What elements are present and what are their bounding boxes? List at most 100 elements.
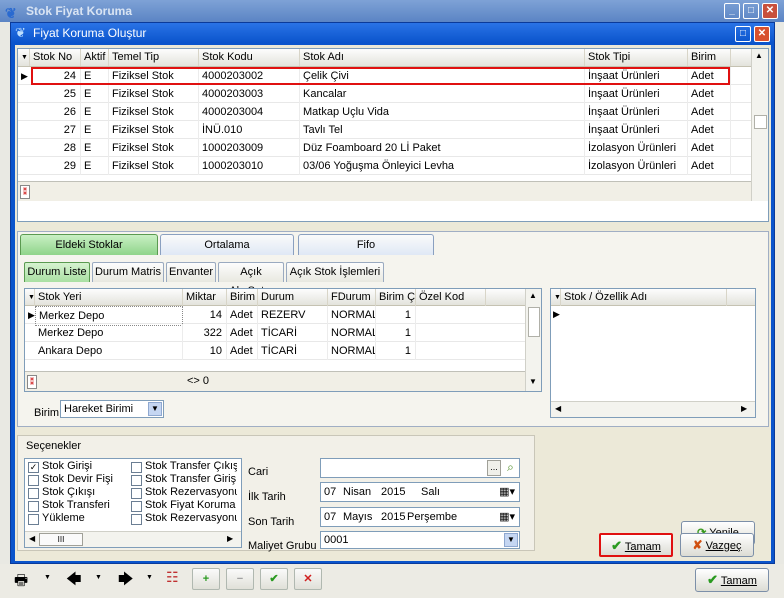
header-aktif[interactable]: Aktif xyxy=(81,49,109,66)
table-cell: Düz Foamboard 20 Lİ Paket xyxy=(300,139,585,157)
header-durum[interactable]: Durum xyxy=(258,289,328,306)
cari-ellipsis-button[interactable]: ... xyxy=(487,460,501,476)
ilk-tarih-calendar-icon[interactable]: ▦▾ xyxy=(499,483,515,501)
loc-scroll-up-icon[interactable]: ▲ xyxy=(529,291,537,300)
header-stok-kodu[interactable]: Stok Kodu xyxy=(199,49,300,66)
header-stok-no[interactable]: Stok No xyxy=(30,49,81,66)
option-label: Stok Fiyat Koruma xyxy=(145,499,236,511)
option-checkbox[interactable] xyxy=(131,501,142,512)
checklist-icon[interactable]: ☷ xyxy=(166,569,179,586)
header-stok-yeri[interactable]: Stok Yeri xyxy=(35,289,183,306)
stock-location-grid[interactable]: ▼ Stok Yeri Miktar Birim Durum FDurum Bi… xyxy=(24,288,542,392)
print-icon[interactable]: 🖶 xyxy=(14,570,28,595)
header-loc-birim[interactable]: Birim xyxy=(227,289,258,306)
subtab-acik-alissatis[interactable]: Açık AlışSatış xyxy=(218,262,284,297)
subtab-envanter[interactable]: Envanter xyxy=(166,262,216,282)
option-checkbox[interactable] xyxy=(131,488,142,499)
header-stok-tipi[interactable]: Stok Tipi xyxy=(585,49,688,66)
dialog-body: ▼ Stok No Aktif Temel Tip Stok Kodu Stok… xyxy=(15,45,771,561)
stock-grid-main[interactable]: ▼ Stok No Aktif Temel Tip Stok Kodu Stok… xyxy=(17,48,769,222)
outer-maximize-button[interactable]: □ xyxy=(743,3,759,19)
prev-dropdown-icon[interactable]: ▼ xyxy=(95,574,102,581)
options-scroll-right-icon[interactable]: ▶ xyxy=(227,534,233,543)
option-checkbox[interactable] xyxy=(131,462,142,473)
outer-close-button[interactable]: ✕ xyxy=(762,3,778,19)
tab-ortalama[interactable]: Ortalama xyxy=(160,234,294,255)
prev-arrow-icon[interactable]: 🡄 xyxy=(66,569,82,594)
son-tarih-calendar-icon[interactable]: ▦▾ xyxy=(499,508,515,526)
next-dropdown-icon[interactable]: ▼ xyxy=(146,574,153,581)
outer-minimize-button[interactable]: _ xyxy=(724,3,740,19)
tamam-button[interactable]: ✔ Tamam xyxy=(599,533,673,557)
header-stok-adi[interactable]: Stok Adı xyxy=(300,49,585,66)
header-birim[interactable]: Birim xyxy=(688,49,731,66)
table-row[interactable]: 26 E Fiziksel Stok 4000203004 Matkap Uçlu Vi… xyxy=(18,103,751,121)
header-fdurum[interactable]: FDurum xyxy=(328,289,376,306)
add-record-button[interactable]: + xyxy=(192,568,220,590)
son-tarih-field[interactable]: 07 Mayıs 2015 Perşembe ▦▾ xyxy=(320,507,520,527)
feature-scroll-right-icon[interactable]: ▶ xyxy=(741,404,747,413)
table-row[interactable]: ▶ 24 E Fiziksel Stok 4000203002 Çelik Çivi İnş… xyxy=(18,67,751,85)
birim-dropdown-icon[interactable]: ▼ xyxy=(148,402,162,416)
dialog-close-button[interactable]: ✕ xyxy=(754,26,770,42)
ilk-tarih-month: Nisan xyxy=(343,486,372,498)
subtab-durum-liste[interactable]: Durum Liste xyxy=(24,262,90,282)
birim-select[interactable]: Hareket Birimi ▼ xyxy=(60,400,164,418)
feature-grid-hscroll[interactable]: ◀ ▶ xyxy=(551,401,755,417)
table-row[interactable]: Ankara Depo 10 Adet TİCARİ NORMAL 1 xyxy=(25,342,525,360)
options-hscroll[interactable]: ◀ III ▶ xyxy=(25,531,241,547)
subtab-durum-matris[interactable]: Durum Matris xyxy=(92,262,164,282)
maliyet-grubu-value: 0001 xyxy=(324,534,349,546)
tab-fifo[interactable]: Fifo xyxy=(298,234,434,255)
table-cell: İzolasyon Ürünleri xyxy=(585,157,688,175)
option-checkbox[interactable]: ✓ xyxy=(28,462,39,473)
dialog-maximize-button[interactable]: □ xyxy=(735,26,751,42)
stock-location-scrollbar[interactable]: ▲ ▼ xyxy=(525,289,541,391)
options-scroll-thumb[interactable]: III xyxy=(39,533,83,546)
maliyet-grubu-select[interactable]: 0001 ▼ xyxy=(320,531,520,549)
ilk-tarih-field[interactable]: 07 Nisan 2015 Salı ▦▾ xyxy=(320,482,520,502)
option-checkbox[interactable] xyxy=(131,475,142,486)
vazgec-button[interactable]: ✘ Vazgeç xyxy=(680,533,754,557)
loc-scroll-thumb[interactable] xyxy=(528,307,540,337)
next-arrow-icon[interactable]: 🡆 xyxy=(118,569,134,594)
table-cell: E xyxy=(81,103,109,121)
table-row[interactable]: Merkez Depo 322 Adet TİCARİ NORMAL 1 xyxy=(25,324,525,342)
feature-grid[interactable]: ▼ Stok / Özellik Adı ▶ ◀ ▶ xyxy=(550,288,756,418)
table-cell: 03/06 Yoğuşma Önleyici Levha xyxy=(300,157,585,175)
tamam-label: Tamam xyxy=(624,541,661,553)
feature-scroll-left-icon[interactable]: ◀ xyxy=(555,404,561,413)
header-birim-carpan[interactable]: Birim Ça xyxy=(376,289,416,306)
option-checkbox[interactable] xyxy=(131,514,142,525)
confirm-record-button[interactable]: ✔ xyxy=(260,568,288,590)
loc-scroll-down-icon[interactable]: ▼ xyxy=(529,377,537,386)
subtab-acik-stok-islemleri[interactable]: Açık Stok İşlemleri xyxy=(286,262,384,282)
options-scroll-left-icon[interactable]: ◀ xyxy=(29,534,35,543)
cari-search-icon[interactable]: ⌕ xyxy=(503,460,518,476)
option-checkbox[interactable] xyxy=(28,475,39,486)
table-cell: 1 xyxy=(376,342,416,360)
table-row[interactable]: 25 E Fiziksel Stok 4000203003 Kancalar İnşaat… xyxy=(18,85,751,103)
delete-record-button[interactable]: − xyxy=(226,568,254,590)
option-checkbox[interactable] xyxy=(28,501,39,512)
option-checkbox[interactable] xyxy=(28,488,39,499)
table-row[interactable]: 27 E Fiziksel Stok İNÜ.010 Tavlı Tel İnşaat Ü… xyxy=(18,121,751,139)
tab-eldeki-stoklar[interactable]: Eldeki Stoklar xyxy=(20,234,158,255)
scroll-thumb[interactable] xyxy=(754,115,767,129)
scroll-up-arrow-icon[interactable]: ▲ xyxy=(755,51,763,60)
stock-grid-scrollbar[interactable]: ▲ xyxy=(751,49,768,201)
table-row[interactable]: 28 E Fiziksel Stok 1000203009 Düz Foamboard … xyxy=(18,139,751,157)
header-stok-ozellik-adi[interactable]: Stok / Özellik Adı xyxy=(561,289,727,306)
option-checkbox[interactable] xyxy=(28,514,39,525)
cancel-record-button[interactable]: ✕ xyxy=(294,568,322,590)
header-temel-tip[interactable]: Temel Tip xyxy=(109,49,199,66)
outer-tamam-button[interactable]: ✔ Tamam xyxy=(695,568,769,592)
table-row[interactable]: ▶ Merkez Depo 14 Adet REZERV NORMAL 1 xyxy=(25,306,525,326)
table-cell: Adet xyxy=(227,324,258,342)
header-miktar[interactable]: Miktar xyxy=(183,289,227,306)
maliyet-dropdown-icon[interactable]: ▼ xyxy=(504,533,518,547)
table-row[interactable]: 29 E Fiziksel Stok 1000203010 03/06 Yoğuşma … xyxy=(18,157,751,175)
header-ozel-kod[interactable]: Özel Kod xyxy=(416,289,486,306)
cari-field[interactable]: ... ⌕ xyxy=(320,458,520,478)
print-dropdown-icon[interactable]: ▼ xyxy=(44,574,51,581)
